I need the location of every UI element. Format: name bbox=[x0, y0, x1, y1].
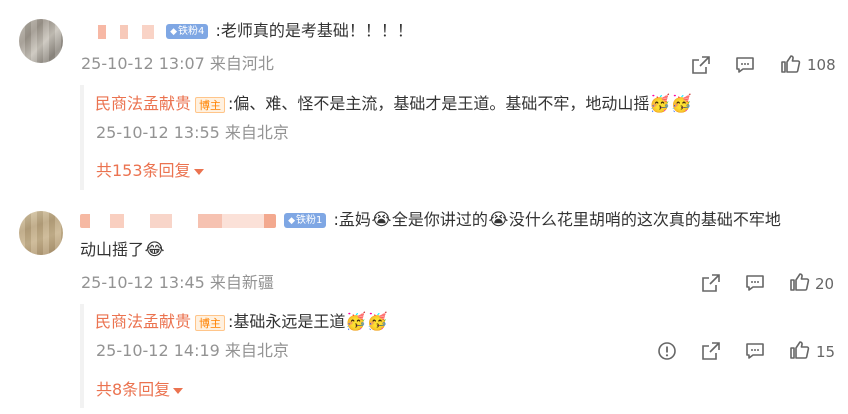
more-replies-link[interactable]: 共153条回复 bbox=[96, 161, 204, 181]
like-count: 108 bbox=[807, 56, 836, 74]
party-face-emoji-icon: 🥳🥳 bbox=[345, 312, 388, 332]
user-name-blurred[interactable] bbox=[80, 213, 276, 228]
comment-text-part: :孟妈 bbox=[333, 210, 371, 229]
thumbs-up-icon[interactable] bbox=[788, 271, 810, 293]
crying-face-emoji-icon: 😭 bbox=[488, 210, 509, 230]
comment-text: :老师真的是考基础！！！！ bbox=[215, 21, 413, 40]
avatar[interactable] bbox=[19, 211, 63, 255]
like-count: 15 bbox=[816, 343, 836, 361]
share-icon[interactable] bbox=[690, 54, 712, 76]
comment-text-part: 没什么花里胡哨的这次真的基础不牢地 bbox=[508, 210, 781, 229]
laughing-face-emoji-icon: 😂 bbox=[144, 240, 165, 260]
more-replies-label: 共8条回复 bbox=[96, 380, 171, 399]
comment-icon[interactable] bbox=[744, 272, 766, 294]
share-icon[interactable] bbox=[700, 272, 722, 294]
crying-face-emoji-icon: 😭 bbox=[371, 210, 392, 230]
report-icon[interactable] bbox=[656, 340, 678, 362]
avatar[interactable] bbox=[19, 19, 63, 63]
more-replies-link[interactable]: 共8条回复 bbox=[96, 380, 184, 400]
party-face-emoji-icon: 🥳🥳 bbox=[649, 94, 692, 114]
reply-2-line: 民商法孟献贵 博主:基础永远是王道🥳🥳 bbox=[95, 310, 388, 334]
fan-badge[interactable]: ◆铁粉4 bbox=[166, 24, 209, 39]
comment-icon[interactable] bbox=[744, 340, 766, 362]
comment-1-header: ◆铁粉4 :老师真的是考基础！！！！ bbox=[80, 19, 413, 43]
thumbs-up-icon[interactable] bbox=[788, 339, 810, 361]
share-icon[interactable] bbox=[700, 340, 722, 362]
thumbs-up-icon[interactable] bbox=[779, 53, 801, 75]
user-name-blurred[interactable] bbox=[80, 24, 158, 39]
host-badge: 博主 bbox=[195, 314, 226, 331]
reply-meta: 25-10-12 13:55 来自北京 bbox=[96, 123, 289, 142]
comment-text-part: 全是你讲过的 bbox=[391, 210, 488, 229]
comment-2-line-2: 动山摇了😂 bbox=[80, 238, 165, 262]
comment-meta: 25-10-12 13:07 来自河北 bbox=[81, 54, 274, 73]
comment-2-header: ◆铁粉1 :孟妈😭全是你讲过的😭没什么花里胡哨的这次真的基础不牢地 bbox=[80, 208, 781, 232]
reply-text: :偏、难、怪不是主流，基础才是王道。基础不牢，地动山摇 bbox=[228, 94, 650, 113]
comment-meta: 25-10-12 13:45 来自新疆 bbox=[81, 273, 274, 292]
more-replies-label: 共153条回复 bbox=[96, 161, 191, 180]
fan-badge[interactable]: ◆铁粉1 bbox=[284, 213, 327, 228]
caret-down-icon bbox=[173, 387, 184, 394]
host-badge: 博主 bbox=[195, 96, 226, 113]
reply-1-line: 民商法孟献贵 博主:偏、难、怪不是主流，基础才是王道。基础不牢，地动山摇🥳🥳 bbox=[95, 92, 692, 116]
like-count: 20 bbox=[815, 275, 835, 293]
reply-author[interactable]: 民商法孟献贵 bbox=[95, 94, 191, 113]
caret-down-icon bbox=[193, 168, 204, 175]
reply-text: :基础永远是王道 bbox=[228, 312, 346, 331]
reply-divider bbox=[80, 304, 84, 408]
comment-text-part: 动山摇了 bbox=[80, 240, 145, 259]
comment-icon[interactable] bbox=[734, 54, 756, 76]
reply-divider bbox=[80, 85, 84, 190]
reply-author[interactable]: 民商法孟献贵 bbox=[95, 312, 191, 331]
reply-meta: 25-10-12 14:19 来自北京 bbox=[96, 341, 289, 360]
